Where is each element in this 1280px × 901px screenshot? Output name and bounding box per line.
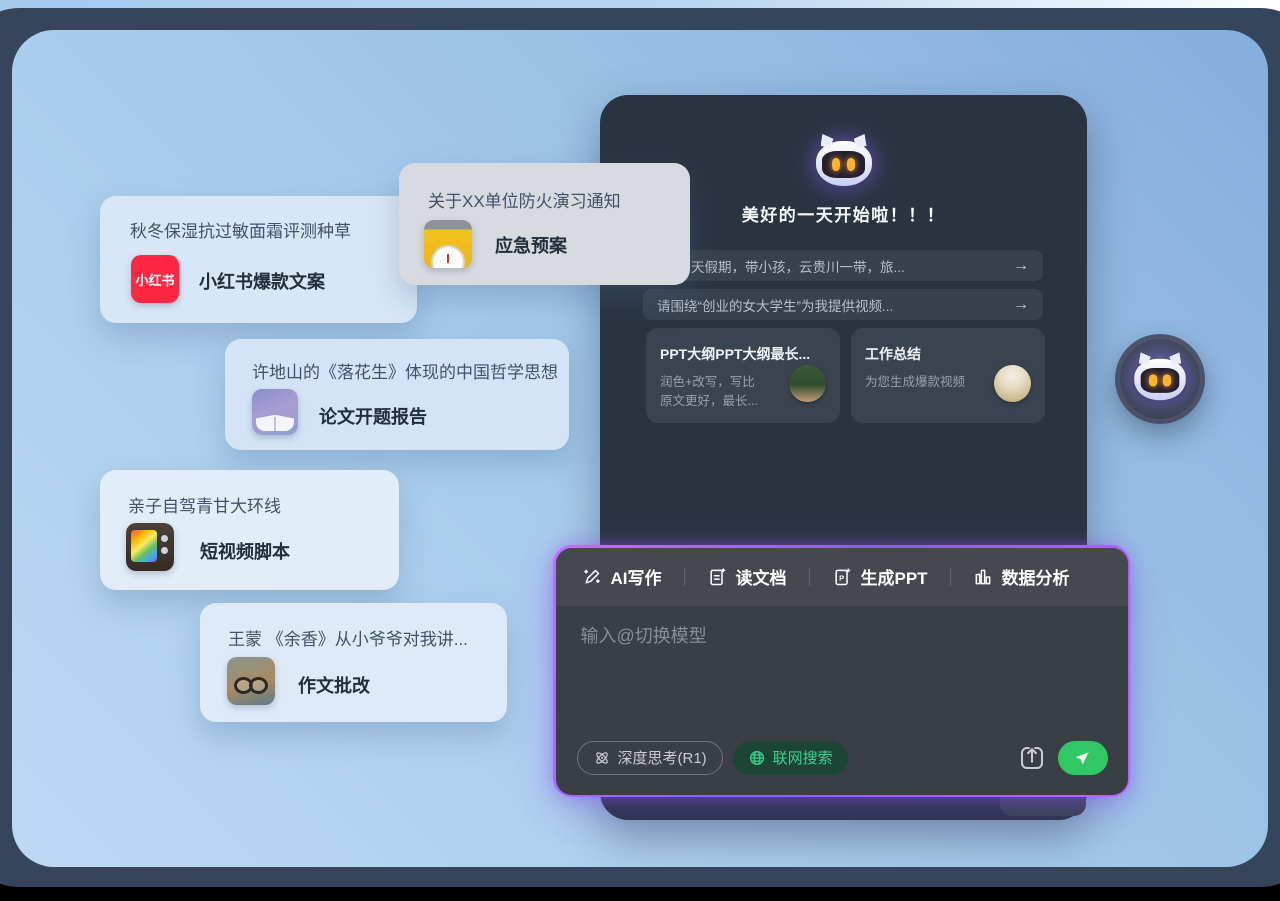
tab-generate-ppt[interactable]: P 生成PPT (832, 564, 928, 589)
xiaohongshu-icon: 小红书 (131, 255, 179, 303)
composer-input[interactable] (581, 622, 1103, 741)
suggestion-row-video[interactable]: 请围绕“创业的女大学生”为我提供视频... → (643, 289, 1043, 320)
baby-avatar (994, 365, 1031, 402)
scenario-title: 秋冬保湿抗过敏面霜评测种草 (130, 217, 351, 242)
tab-label: 读文档 (736, 564, 787, 589)
deep-think-label: 深度思考(R1) (618, 747, 707, 768)
composer-toolbar: AI写作 读文档 (556, 548, 1128, 606)
scenario-label: 小红书爆款文案 (199, 268, 325, 294)
ppt-doc-icon: P (832, 567, 852, 587)
file-upload-button[interactable] (1016, 742, 1048, 774)
robot-mascot-icon (816, 141, 872, 186)
prompt-card-title: PPT大纲PPT大纲最长... (660, 344, 826, 364)
prompt-card-ppt-outline[interactable]: PPT大纲PPT大纲最长... 润色+改写，写比 原文更好，最长... (646, 328, 840, 423)
send-button[interactable] (1058, 741, 1108, 775)
sprout-hand-avatar (789, 365, 826, 402)
tab-ai-writing[interactable]: AI写作 (582, 564, 662, 589)
composer-footer: 深度思考(R1) 联网搜索 (556, 741, 1128, 795)
open-book-icon (252, 389, 298, 435)
tab-data-analysis[interactable]: 数据分析 (973, 564, 1070, 589)
prompt-card-title: 工作总结 (865, 344, 1031, 364)
suggestion-text: 请围绕“创业的女大学生”为我提供视频... (657, 295, 893, 315)
svg-text:P: P (839, 573, 844, 582)
divider (809, 568, 810, 586)
assistant-fab-button[interactable] (1115, 334, 1205, 424)
suggestion-rows: 天假期，带小孩，云贵川一带，旅... → 请围绕“创业的女大学生”为我提供视频.… (643, 250, 1043, 328)
tab-read-doc[interactable]: 读文档 (707, 564, 787, 589)
web-search-label: 联网搜索 (773, 747, 833, 768)
scenario-title: 亲子自驾青甘大环线 (128, 492, 281, 517)
prompt-cards: PPT大纲PPT大纲最长... 润色+改写，写比 原文更好，最长... 工作总结… (646, 328, 1045, 423)
arrow-right-icon[interactable]: → (1013, 257, 1029, 275)
prompt-card-desc: 润色+改写，写比 原文更好，最长... (660, 373, 790, 412)
divider (950, 568, 951, 586)
tab-label: AI写作 (611, 564, 662, 589)
globe-icon (748, 749, 766, 767)
file-upload-icon (1017, 743, 1047, 773)
scenario-card-essay-review[interactable]: 王蒙 《余香》从小爷爷对我讲... 作文批改 (200, 603, 507, 722)
scenario-title: 王蒙 《余香》从小爷爷对我讲... (228, 625, 468, 650)
device-frame: 美好的一天开始啦！！！ 天假期，带小孩，云贵川一带，旅... → 请围绕“创业的… (0, 8, 1280, 887)
deep-think-toggle[interactable]: 深度思考(R1) (577, 741, 723, 775)
pen-sparkle-icon (582, 567, 602, 587)
scenario-card-thesis-proposal[interactable]: 许地山的《落花生》体现的中国哲学思想 论文开题报告 (225, 339, 569, 450)
scenario-card-emergency-plan[interactable]: 关于XX单位防火演习通知 应急预案 (399, 163, 690, 285)
prompt-card-desc: 为您生成爆款视频 (865, 373, 995, 392)
scenario-card-xiaohongshu[interactable]: 秋冬保湿抗过敏面霜评测种草 小红书 小红书爆款文案 (100, 196, 417, 323)
bar-chart-icon (973, 567, 993, 587)
tab-label: 数据分析 (1002, 564, 1070, 589)
glasses-book-icon (227, 657, 275, 705)
scenario-label: 论文开题报告 (319, 403, 427, 429)
scenario-label: 应急预案 (495, 232, 567, 258)
retro-tv-icon (126, 523, 174, 571)
scenario-label: 作文批改 (298, 672, 370, 698)
tab-label: 生成PPT (861, 564, 928, 589)
scenario-label: 短视频脚本 (200, 538, 290, 564)
prompt-card-work-summary[interactable]: 工作总结 为您生成爆款视频 (851, 328, 1045, 423)
suggestion-row-travel[interactable]: 天假期，带小孩，云贵川一带，旅... → (643, 250, 1043, 281)
robot-mascot-icon (1134, 358, 1186, 399)
divider (684, 568, 685, 586)
scenario-title: 关于XX单位防火演习通知 (428, 187, 621, 212)
page: 美好的一天开始啦！！！ 天假期，带小孩，云贵川一带，旅... → 请围绕“创业的… (0, 0, 1280, 901)
atom-icon (593, 749, 611, 767)
doc-sparkle-icon (707, 567, 727, 587)
suggestion-text: 天假期，带小孩，云贵川一带，旅... (691, 256, 905, 276)
composer-panel: AI写作 读文档 (553, 545, 1130, 797)
fire-truck-icon (424, 220, 472, 268)
paper-plane-icon (1074, 749, 1092, 767)
scenario-title: 许地山的《落花生》体现的中国哲学思想 (252, 358, 558, 383)
arrow-right-icon[interactable]: → (1013, 296, 1029, 314)
scenario-card-short-video[interactable]: 亲子自驾青甘大环线 短视频脚本 (100, 470, 399, 590)
web-search-toggle[interactable]: 联网搜索 (733, 741, 848, 775)
composer-input-area (556, 606, 1128, 741)
app-screen: 美好的一天开始啦！！！ 天假期，带小孩，云贵川一带，旅... → 请围绕“创业的… (12, 30, 1268, 867)
